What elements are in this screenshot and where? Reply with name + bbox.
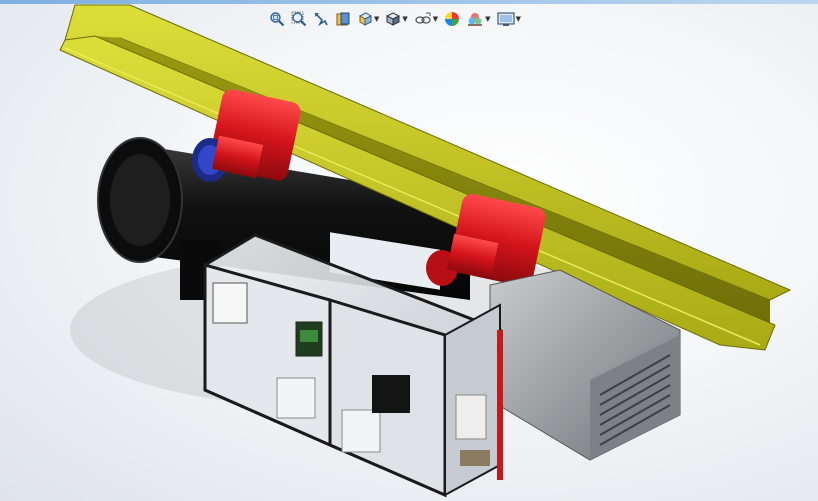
zoom-to-area-button[interactable]	[290, 8, 308, 30]
section-view-button[interactable]	[334, 8, 352, 30]
view-orientation-button[interactable]: ▼	[356, 8, 380, 30]
hide-show-items-button[interactable]: ▼	[413, 8, 439, 30]
previous-view-icon	[315, 13, 328, 27]
zoom-to-fit-button[interactable]	[268, 8, 286, 30]
chevron-down-icon: ▼	[485, 15, 491, 23]
apply-scene-button[interactable]: ▼	[465, 8, 491, 30]
section-view-icon	[336, 12, 350, 26]
chevron-down-icon: ▼	[432, 15, 439, 23]
chevron-down-icon: ▼	[515, 15, 521, 23]
edit-appearance-button[interactable]	[443, 8, 461, 30]
display-style-button[interactable]: ▼	[384, 8, 408, 30]
model-view[interactable]	[0, 0, 818, 501]
chevron-down-icon: ▼	[374, 15, 380, 23]
view-orientation-icon	[358, 12, 373, 26]
hide-show-items-icon	[415, 12, 431, 24]
view-settings-icon	[496, 12, 515, 26]
edit-appearance-icon	[445, 12, 460, 26]
display-style-icon	[386, 12, 401, 26]
view-settings-button[interactable]: ▼	[496, 8, 522, 30]
heads-up-view-toolbar: ▼ ▼ ▼ ▼ ▼	[268, 8, 522, 30]
zoom-to-area-icon	[291, 11, 307, 27]
graphics-area[interactable]: ▼ ▼ ▼ ▼ ▼	[0, 0, 818, 501]
previous-view-button[interactable]	[312, 8, 330, 30]
zoom-to-fit-icon	[270, 12, 285, 27]
apply-scene-icon	[468, 13, 483, 26]
chevron-down-icon: ▼	[402, 15, 408, 23]
